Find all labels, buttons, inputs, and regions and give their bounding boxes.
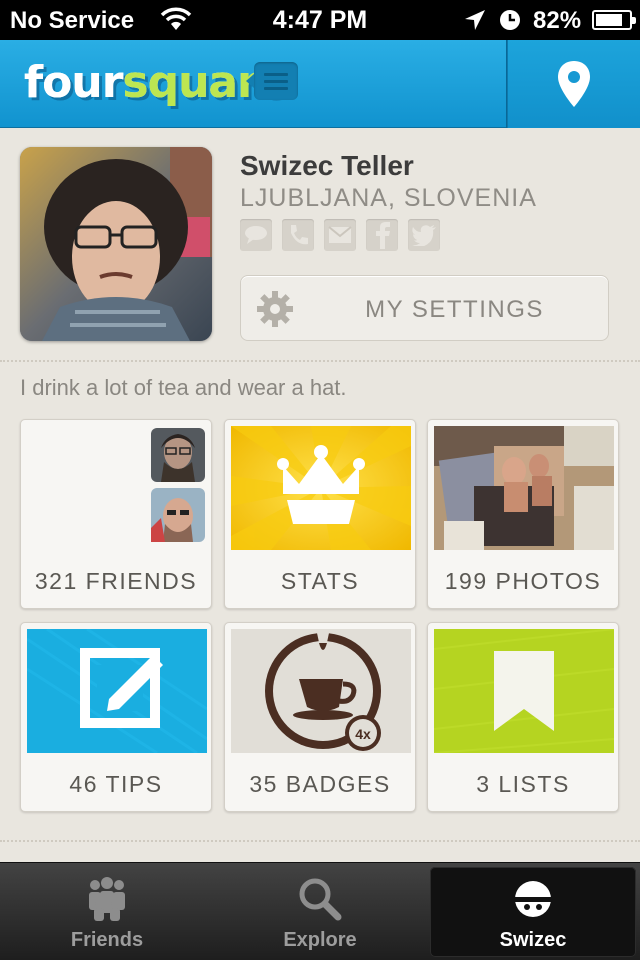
message-icon[interactable] xyxy=(240,219,272,251)
tile-photos[interactable]: 199 PHOTOS xyxy=(427,419,619,609)
tab-friends-label: Friends xyxy=(70,929,144,951)
tile-friends[interactable]: 321 FRIENDS xyxy=(20,419,212,609)
badges-art: 4x xyxy=(231,629,411,753)
email-icon[interactable] xyxy=(324,219,356,251)
badge-count: 4x xyxy=(355,726,371,742)
status-bar: No Service 4:47 PM 82% xyxy=(0,0,640,40)
phone-icon[interactable] xyxy=(282,219,314,251)
my-settings-button[interactable]: MY SETTINGS xyxy=(240,275,609,341)
battery-icon xyxy=(592,10,636,30)
tile-stats-label: STATS xyxy=(280,568,360,594)
check-in-button[interactable] xyxy=(508,40,640,128)
lists-art xyxy=(434,629,614,753)
tile-tips-label: 46 TIPS xyxy=(69,771,163,797)
friends-icon xyxy=(4,877,210,921)
tile-stats[interactable]: STATS xyxy=(224,419,416,609)
tab-profile-label: Swizec xyxy=(499,929,567,951)
tile-friends-label: 321 FRIENDS xyxy=(34,568,198,594)
tile-badges[interactable]: 4x 35 BADGES xyxy=(224,622,416,812)
tile-tips[interactable]: 46 TIPS xyxy=(20,622,212,812)
tab-explore-label: Explore xyxy=(283,929,357,951)
photo-thumbnail xyxy=(434,426,614,550)
map-pin-icon xyxy=(558,61,590,107)
stats-art xyxy=(231,426,411,550)
contact-icons xyxy=(240,219,440,251)
battery-level xyxy=(596,14,623,26)
avatar[interactable] xyxy=(20,147,212,341)
tile-lists[interactable]: 3 LISTS xyxy=(427,622,619,812)
divider xyxy=(0,360,640,362)
friends-avatars xyxy=(27,426,207,550)
tab-profile[interactable]: Swizec xyxy=(430,867,636,957)
search-icon xyxy=(217,877,423,921)
my-settings-label: MY SETTINGS xyxy=(365,296,544,323)
divider xyxy=(0,840,640,842)
tile-photos-label: 199 PHOTOS xyxy=(444,568,602,594)
tile-lists-label: 3 LISTS xyxy=(476,771,570,797)
tab-explore[interactable]: Explore xyxy=(217,867,423,957)
twitter-icon[interactable] xyxy=(408,219,440,251)
user-bio: I drink a lot of tea and wear a hat. xyxy=(20,375,347,400)
user-location: LJUBLJANA, SLOVENIA xyxy=(240,184,537,212)
clock-icon xyxy=(498,8,522,39)
tab-bar: Friends Explore Swizec xyxy=(0,862,640,960)
profile-icon xyxy=(430,877,636,921)
nav-bar: foursquare xyxy=(0,40,640,128)
menu-icon[interactable] xyxy=(246,62,298,100)
tips-art xyxy=(27,629,207,753)
tab-friends[interactable]: Friends xyxy=(4,867,210,957)
battery-percent: 82% xyxy=(533,7,582,34)
location-arrow-icon xyxy=(463,8,487,39)
tile-badges-label: 35 BADGES xyxy=(249,771,391,797)
facebook-icon[interactable] xyxy=(366,219,398,251)
user-name: Swizec Teller xyxy=(240,150,414,181)
